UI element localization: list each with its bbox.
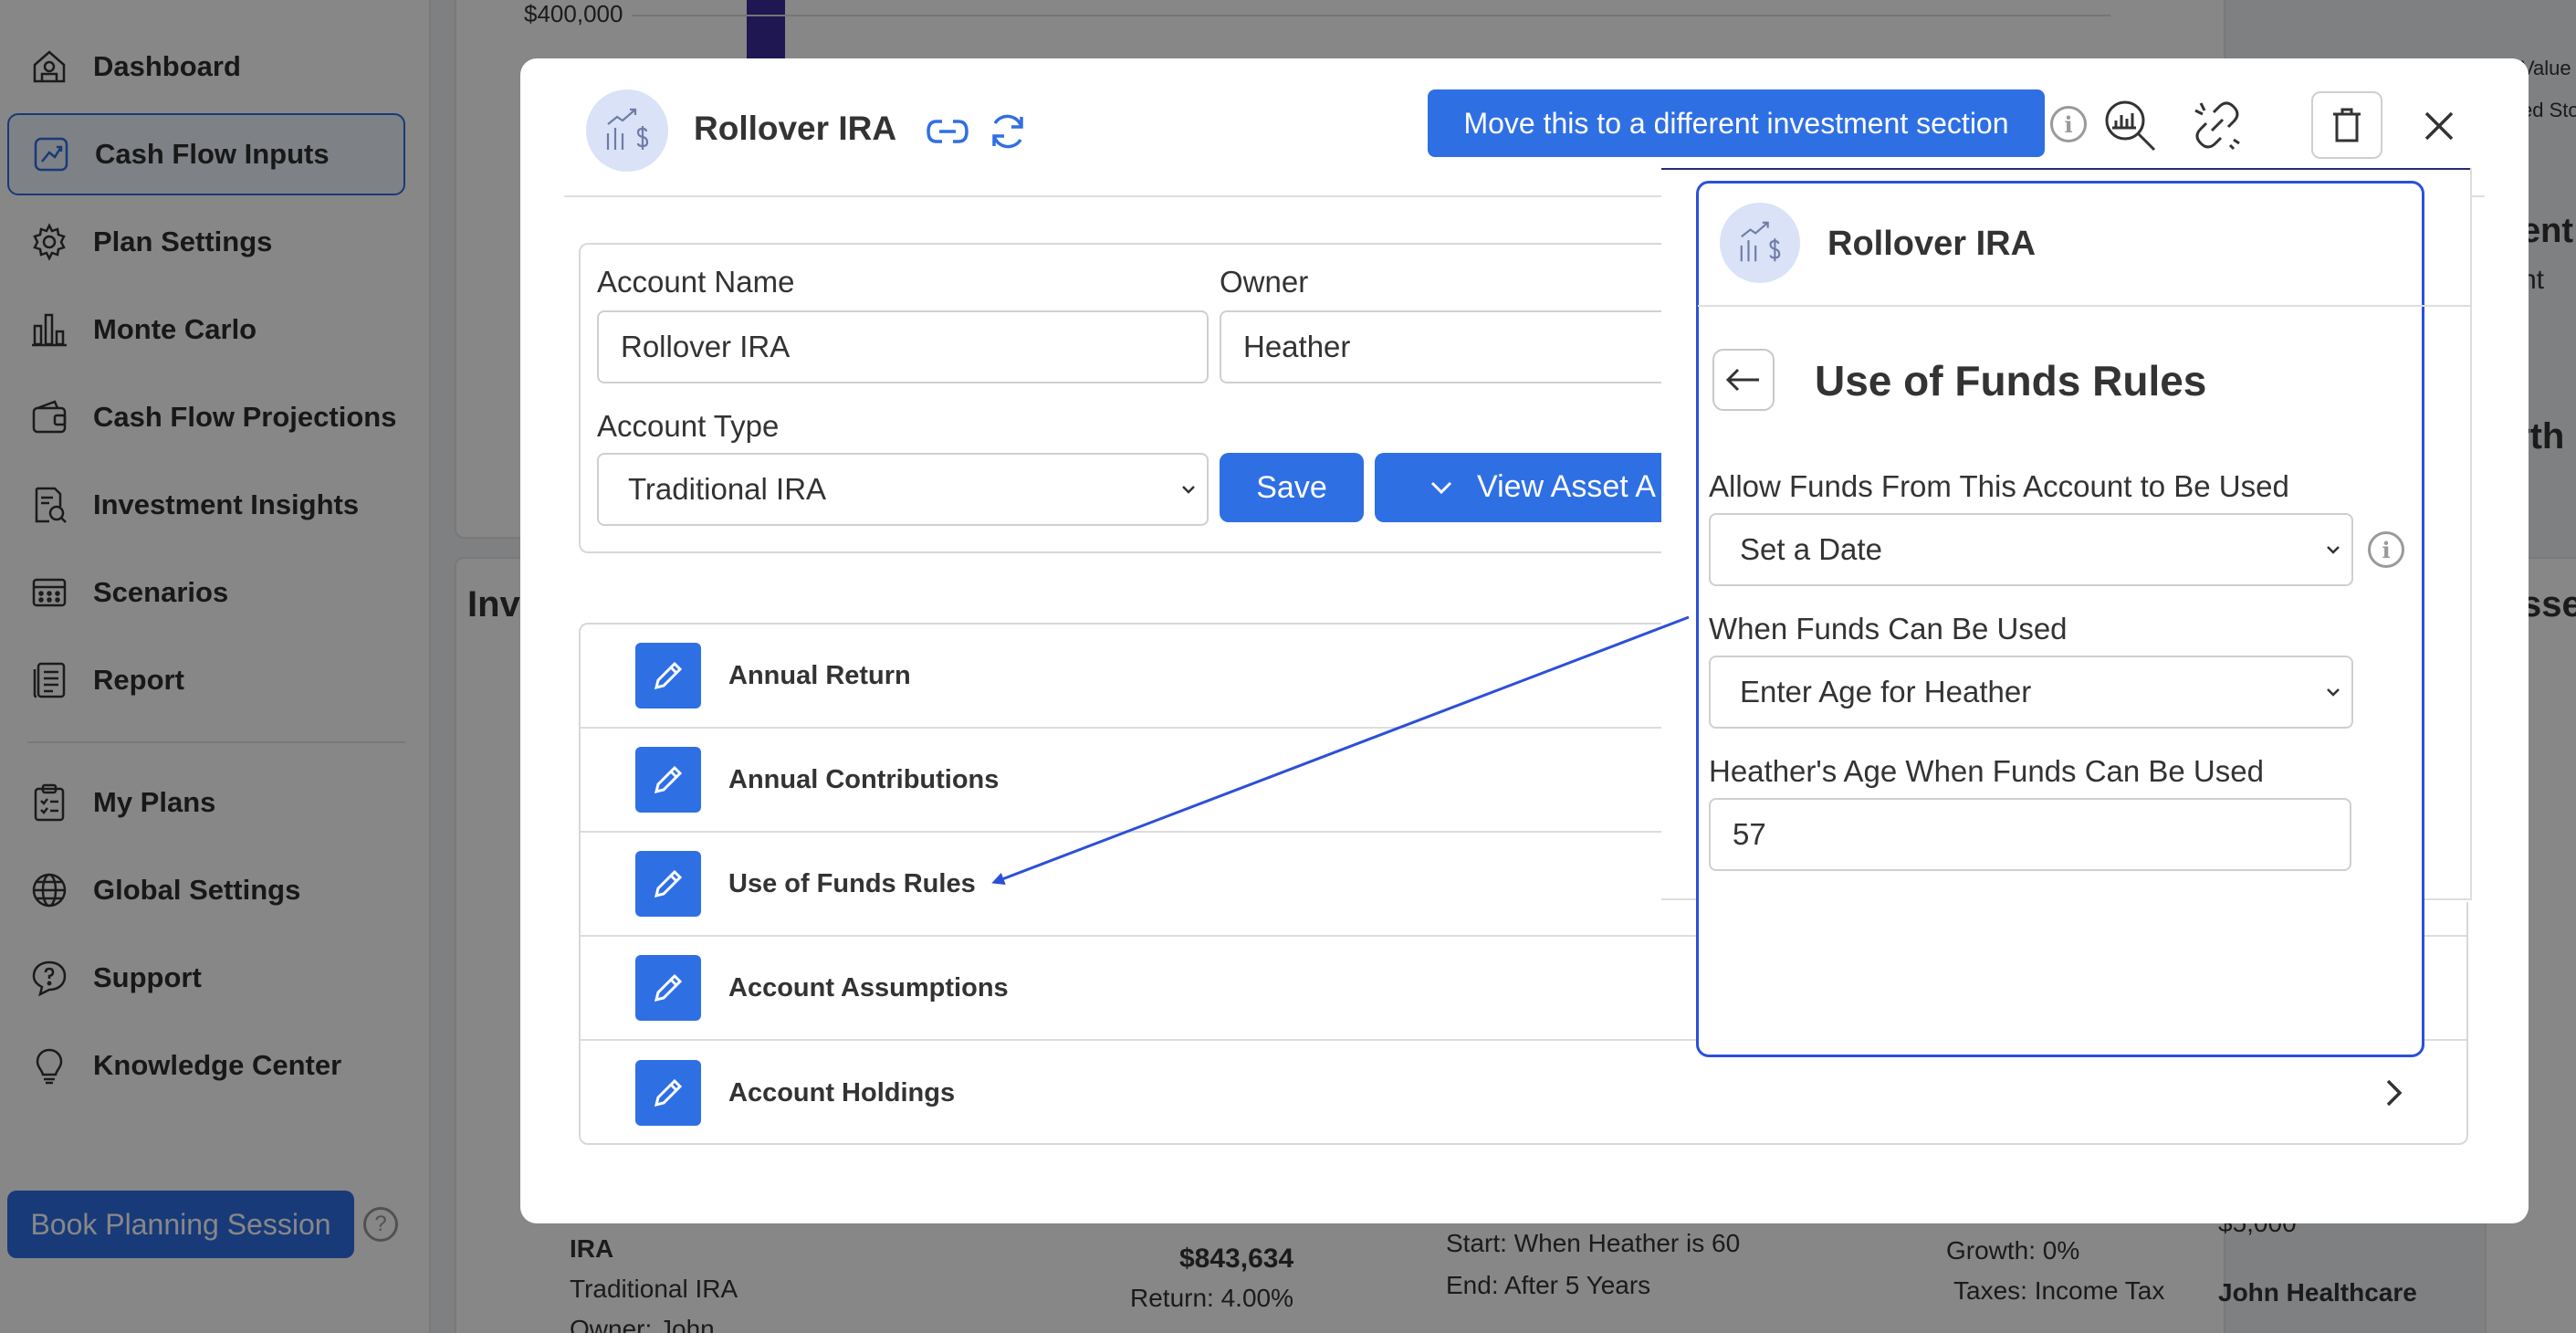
account-avatar: [586, 89, 668, 172]
allow-funds-select[interactable]: Set a Date: [1709, 513, 2353, 586]
allow-funds-label: Allow Funds From This Account to Be Used: [1709, 469, 2289, 503]
section-label: Account Holdings: [728, 1077, 956, 1107]
section-label: Use of Funds Rules: [728, 868, 976, 898]
chevron-down-icon: [2327, 546, 2340, 554]
chevron-down-icon: [1430, 481, 1452, 495]
investment-icon: [606, 108, 649, 150]
chevron-right-icon: [2386, 1079, 2403, 1107]
trash-icon: [2333, 108, 2361, 142]
delete-button[interactable]: [2311, 91, 2382, 159]
view-asset-allocation-button[interactable]: View Asset A: [1375, 453, 1676, 522]
panel-side-border: [2470, 168, 2472, 898]
back-button[interactable]: [1712, 349, 1775, 411]
view-asset-label: View Asset A: [1477, 469, 1656, 504]
account-name-input[interactable]: Rollover IRA: [597, 310, 1209, 383]
pencil-icon[interactable]: [635, 747, 701, 813]
unlink-icon[interactable]: [2187, 93, 2247, 157]
modal-title: Rollover IRA: [694, 110, 897, 147]
pencil-icon[interactable]: [635, 851, 701, 917]
account-type-label: Account Type: [597, 409, 780, 443]
panel-top-border: [1661, 168, 2472, 170]
when-funds-label: When Funds Can Be Used: [1709, 612, 2068, 646]
panel-avatar: [1720, 203, 1800, 283]
account-type-value: Traditional IRA: [628, 472, 827, 506]
owner-label: Owner: [1220, 265, 1309, 299]
arrow-left-icon: [1725, 368, 1759, 392]
panel-header-divider: [1698, 305, 2470, 307]
info-icon[interactable]: i: [2368, 531, 2404, 568]
investment-icon: [1740, 221, 1781, 262]
owner-input[interactable]: Heather: [1220, 310, 1694, 383]
pencil-icon[interactable]: [635, 955, 701, 1021]
pencil-icon[interactable]: [635, 1060, 701, 1126]
panel-title: Rollover IRA: [1827, 225, 2037, 263]
chevron-down-icon: [1182, 486, 1195, 494]
when-funds-select[interactable]: Enter Age for Heather: [1709, 656, 2353, 729]
when-funds-value: Enter Age for Heather: [1740, 675, 2032, 708]
section-label: Annual Contributions: [728, 764, 1000, 794]
save-button[interactable]: Save: [1220, 453, 1364, 522]
pencil-icon[interactable]: [635, 643, 701, 708]
account-type-select[interactable]: Traditional IRA: [597, 453, 1209, 526]
close-icon[interactable]: [2410, 97, 2468, 155]
link-icon[interactable]: [922, 106, 973, 157]
search-investments-icon[interactable]: [2100, 93, 2160, 157]
section-label: Annual Return: [728, 660, 911, 690]
panel-heading: Use of Funds Rules: [1815, 357, 2207, 404]
age-input[interactable]: 57: [1709, 798, 2351, 871]
chevron-down-icon: [2327, 688, 2340, 697]
age-label: Heather's Age When Funds Can Be Used: [1709, 754, 2264, 788]
move-section-tooltip: Move this to a different investment sect…: [1428, 89, 2045, 157]
info-icon[interactable]: i: [2050, 106, 2087, 142]
refresh-icon[interactable]: [982, 104, 1033, 159]
section-label: Account Assumptions: [728, 972, 1009, 1002]
allow-funds-value: Set a Date: [1740, 532, 1882, 566]
account-name-label: Account Name: [597, 265, 795, 299]
